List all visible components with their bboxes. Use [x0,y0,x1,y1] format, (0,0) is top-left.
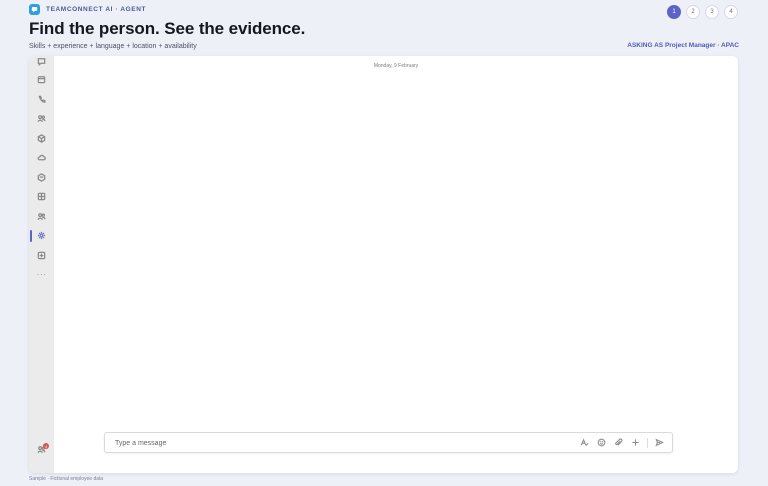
asking-as-context: ASKING AS Project Manager · APAC [627,42,739,49]
agent-gear-icon [37,227,46,245]
step-3[interactable]: 3 [705,5,719,19]
composer-actions [579,437,665,448]
composer-divider [647,437,648,448]
rail-app-1[interactable] [29,132,54,146]
message-input[interactable] [115,436,555,450]
add-icon[interactable] [630,437,641,448]
page-subtitle: Skills + experience + language + locatio… [29,43,197,50]
rail-apps-grid[interactable] [29,190,54,204]
rail-more[interactable]: ··· [29,268,54,282]
send-icon[interactable] [654,437,665,448]
step-1[interactable]: 1 [667,5,681,19]
page-title: Find the person. See the evidence. [29,19,306,38]
rail-activity[interactable]: 4 [29,443,54,457]
rail-add-app[interactable] [29,249,54,263]
rail-calendar[interactable] [29,73,54,87]
more-icon: ··· [36,270,47,279]
teams-window: ··· 4 Monday, 9 February [29,56,738,473]
chat-icon [37,56,46,71]
phone-icon [37,91,46,109]
teamconnect-logo-icon [29,4,40,15]
step-indicator: 1 2 3 4 [667,5,738,19]
chat-pane: Monday, 9 February [54,56,738,473]
rail-agent[interactable] [29,229,54,243]
step-4[interactable]: 4 [724,5,738,19]
app-rail: ··· 4 [29,56,54,473]
people-icon [37,110,46,128]
app-cube-icon [37,130,46,148]
step-2[interactable]: 2 [686,5,700,19]
format-icon[interactable] [579,437,590,448]
rail-chat[interactable] [29,56,54,69]
brand: TEAMCONNECT AI · AGENT [29,4,146,15]
rail-calls[interactable] [29,93,54,107]
cloud-icon [37,149,46,167]
grid-icon [37,188,46,206]
app-box-icon [37,169,46,187]
rail-teams[interactable] [29,210,54,224]
calendar-icon [37,71,46,89]
attach-icon[interactable] [613,437,624,448]
teams-icon [37,208,46,226]
footnote: Sample · Fictional employee data [29,476,104,482]
rail-people[interactable] [29,112,54,126]
notification-badge: 4 [43,443,49,449]
brand-label: TEAMCONNECT AI · AGENT [46,6,147,13]
rail-app-2[interactable] [29,171,54,185]
message-composer [104,432,673,453]
rail-cloud[interactable] [29,151,54,165]
add-app-icon [37,247,46,265]
emoji-icon[interactable] [596,437,607,448]
date-divider: Monday, 9 February [373,63,419,69]
